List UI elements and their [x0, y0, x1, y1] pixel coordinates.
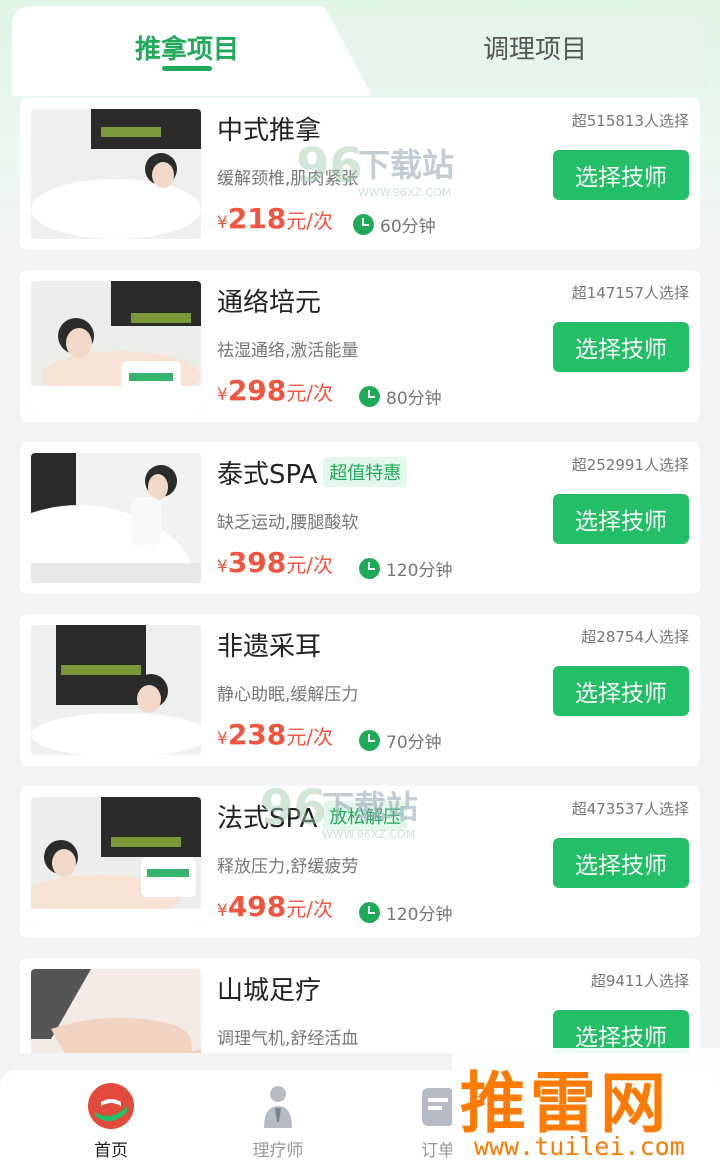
service-name-text: 通络培元 [217, 288, 322, 318]
service-list[interactable]: 中式推拿 缓解颈椎,肌肉紧张 ¥218元/次 60分钟 超515813人选择 选… [20, 98, 700, 1053]
service-description: 调理气机,舒经活血 [217, 1029, 359, 1049]
service-description: 祛湿通络,激活能量 [217, 341, 359, 361]
choose-therapist-button[interactable]: 选择技师 [553, 1010, 689, 1053]
choose-therapist-button[interactable]: 选择技师 [553, 666, 689, 716]
price-value: 298 [227, 374, 287, 407]
service-name-text: 法式SPA [217, 804, 318, 834]
choose-therapist-button[interactable]: 选择技师 [553, 838, 689, 888]
duration-text: 70分钟 [386, 733, 442, 753]
clock-icon [359, 386, 380, 407]
service-name: 非遗采耳 [217, 626, 321, 663]
service-price: ¥238元/次 [217, 718, 333, 751]
clock-icon [359, 902, 380, 923]
brand-watermark-url: www.tuilei.com [474, 1132, 685, 1161]
tab-active-indicator [162, 66, 212, 71]
service-photo [31, 625, 201, 755]
service-card[interactable]: 非遗采耳 静心助眠,缓解压力 ¥238元/次 70分钟 超28754人选择 选择… [20, 614, 700, 766]
choose-therapist-button[interactable]: 选择技师 [553, 494, 689, 544]
service-duration: 80分钟 [359, 384, 442, 409]
service-photo [31, 969, 201, 1053]
service-price: ¥298元/次 [217, 374, 333, 407]
service-name-text: 山城足疗 [217, 976, 322, 1006]
nav-therapist[interactable]: 理疗师 [218, 1082, 338, 1161]
service-description: 静心助眠,缓解压力 [217, 685, 359, 705]
price-value: 218 [227, 202, 287, 235]
selection-count: 超252991人选择 [571, 456, 689, 474]
selection-count: 超515813人选择 [571, 112, 689, 130]
home-logo-icon [87, 1082, 135, 1130]
service-photo [31, 453, 201, 583]
service-price: ¥398元/次 [217, 546, 333, 579]
service-duration: 120分钟 [359, 556, 452, 581]
duration-text: 60分钟 [380, 217, 436, 237]
choose-therapist-button[interactable]: 选择技师 [553, 150, 689, 200]
currency-symbol: ¥ [217, 729, 228, 749]
selection-count: 超28754人选择 [581, 628, 689, 646]
price-unit: 元/次 [286, 209, 334, 233]
service-duration: 120分钟 [359, 900, 452, 925]
brand-watermark: 推雷网 www.tuilei.com [452, 1048, 720, 1167]
service-name: 泰式SPA 超值特惠 [217, 454, 408, 491]
price-value: 498 [227, 890, 287, 923]
nav-therapist-label: 理疗师 [252, 1141, 304, 1161]
service-description: 缺乏运动,腰腿酸软 [217, 513, 359, 533]
price-unit: 元/次 [286, 897, 334, 921]
choose-therapist-button[interactable]: 选择技师 [553, 322, 689, 372]
therapist-icon [254, 1082, 302, 1130]
clock-icon [359, 558, 380, 579]
tab-conditioning[interactable]: 调理项目 [362, 6, 708, 88]
tab-massage-label: 推拿项目 [134, 34, 239, 65]
duration-text: 80分钟 [386, 389, 442, 409]
price-unit: 元/次 [286, 725, 334, 749]
duration-text: 120分钟 [386, 561, 453, 581]
currency-symbol: ¥ [217, 901, 228, 921]
service-name: 法式SPA 放松解压 [217, 798, 408, 835]
service-name-text: 非遗采耳 [217, 632, 322, 662]
service-card[interactable]: 中式推拿 缓解颈椎,肌肉紧张 ¥218元/次 60分钟 超515813人选择 选… [20, 98, 700, 250]
tab-massage[interactable]: 推拿项目 [12, 6, 362, 88]
tab-conditioning-label: 调理项目 [482, 34, 587, 65]
selection-count: 超9411人选择 [590, 972, 689, 990]
service-duration: 60分钟 [353, 212, 436, 237]
currency-symbol: ¥ [217, 557, 228, 577]
service-name: 通络培元 [217, 282, 321, 319]
nav-home[interactable]: 首页 [51, 1082, 171, 1161]
service-card[interactable]: 通络培元 祛湿通络,激活能量 ¥298元/次 80分钟 超147157人选择 选… [20, 270, 700, 422]
service-price: ¥498元/次 [217, 890, 333, 923]
clock-icon [353, 214, 374, 235]
service-card[interactable]: 法式SPA 放松解压 释放压力,舒缓疲劳 ¥498元/次 120分钟 超47353… [20, 786, 700, 938]
category-tabs: 推拿项目 调理项目 [12, 6, 708, 96]
service-card[interactable]: 山城足疗 调理气机,舒经活血 超9411人选择 选择技师 [20, 958, 700, 1053]
service-name: 中式推拿 [217, 110, 321, 147]
selection-count: 超473537人选择 [571, 800, 689, 818]
service-photo [31, 281, 201, 411]
service-photo [31, 109, 201, 239]
service-description: 释放压力,舒缓疲劳 [217, 857, 359, 877]
clock-icon [359, 730, 380, 751]
selection-count: 超147157人选择 [571, 284, 689, 302]
promo-tag: 超值特惠 [323, 457, 408, 487]
service-duration: 70分钟 [359, 728, 442, 753]
service-description: 缓解颈椎,肌肉紧张 [217, 169, 359, 189]
service-name-text: 泰式SPA [217, 460, 318, 490]
duration-text: 120分钟 [386, 905, 453, 925]
price-value: 398 [227, 546, 287, 579]
price-unit: 元/次 [286, 553, 334, 577]
service-photo [31, 797, 201, 927]
price-value: 238 [227, 718, 287, 751]
service-card[interactable]: 泰式SPA 超值特惠 缺乏运动,腰腿酸软 ¥398元/次 120分钟 超25299… [20, 442, 700, 594]
service-name-text: 中式推拿 [217, 116, 322, 146]
price-unit: 元/次 [286, 381, 334, 405]
nav-home-label: 首页 [94, 1141, 128, 1161]
promo-tag: 放松解压 [323, 801, 408, 831]
service-price: ¥218元/次 [217, 202, 333, 235]
currency-symbol: ¥ [217, 213, 228, 233]
currency-symbol: ¥ [217, 385, 228, 405]
service-name: 山城足疗 [217, 970, 321, 1007]
